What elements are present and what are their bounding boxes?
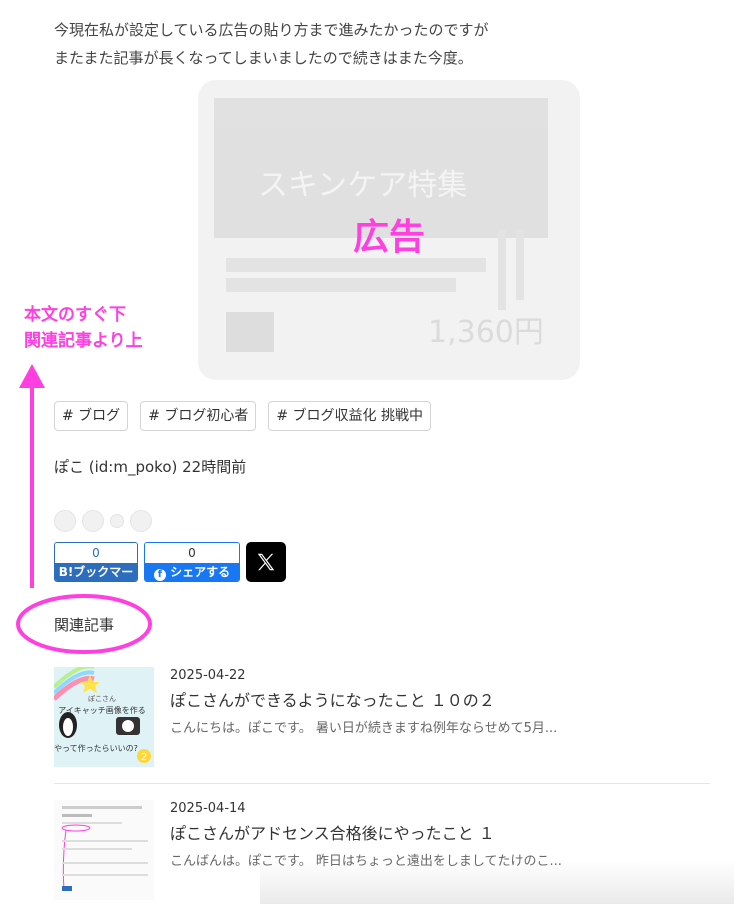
entry-thumbnail[interactable]: 2 ぽこさん アイキャッチ画像を作る やって作ったらいいの? xyxy=(54,667,154,767)
hatena-count: 0 xyxy=(55,543,137,563)
ad-ghost-price: 1,360円 xyxy=(428,315,544,350)
annotation-line-2: 関連記事より上 xyxy=(24,331,143,351)
hatena-label: B!ブックマーク xyxy=(55,563,137,581)
entry-title[interactable]: ぽこさんができるようになったこと １０の２ xyxy=(170,687,557,711)
thumb-caption-1: ぽこさん xyxy=(88,695,116,703)
add-star-icon[interactable] xyxy=(54,510,76,532)
thumb-badge: 2 xyxy=(141,752,147,763)
entry-divider xyxy=(54,783,710,784)
facebook-label: f シェアする xyxy=(145,563,239,581)
share-buttons: 0 B!ブックマーク 0 f シェアする xyxy=(54,542,286,582)
x-share-button[interactable] xyxy=(246,542,286,582)
star-user-icon[interactable] xyxy=(110,514,124,528)
entry-body: 2025-04-22 ぽこさんができるようになったこと １０の２ こんにちは。ぽ… xyxy=(170,667,557,767)
author-line[interactable]: ぽこ (id:m_poko) 22時間前 xyxy=(54,456,246,477)
intro-line-1: 今現在私が設定している広告の貼り方まで進みたかったのですが xyxy=(54,21,489,39)
star-user-icon[interactable] xyxy=(130,510,152,532)
placement-annotation: 本文のすぐ下 関連記事より上 xyxy=(24,302,143,354)
article-intro: 今現在私が設定している広告の貼り方まで進みたかったのですが またまた記事が長くな… xyxy=(54,16,489,72)
bottom-shadow xyxy=(260,860,734,904)
annotation-line-1: 本文のすぐ下 xyxy=(24,305,126,325)
facebook-count: 0 xyxy=(145,543,239,563)
entry-date: 2025-04-14 xyxy=(170,801,246,816)
tag-blog-monetization[interactable]: # ブログ収益化 挑戦中 xyxy=(268,401,432,431)
thumbnail-image: 2 ぽこさん アイキャッチ画像を作る やって作ったらいいの? xyxy=(54,667,154,767)
hatena-bookmark-button[interactable]: 0 B!ブックマーク xyxy=(54,542,138,582)
entry-date: 2025-04-22 xyxy=(170,668,246,683)
article-page: 今現在私が設定している広告の貼り方まで進みたかったのですが またまた記事が長くな… xyxy=(0,0,734,904)
related-entry[interactable]: 2 ぽこさん アイキャッチ画像を作る やって作ったらいいの? 2025-04-2… xyxy=(54,667,710,767)
star-user-icon[interactable] xyxy=(82,510,104,532)
x-logo-icon xyxy=(257,553,275,571)
thumbnail-image xyxy=(54,800,154,900)
tag-blog-beginner[interactable]: # ブログ初心者 xyxy=(140,401,257,431)
ad-label: 広告 xyxy=(352,217,425,258)
intro-line-2: またまた記事が長くなってしまいましたので続きはまた今度。 xyxy=(54,49,473,67)
tag-blog[interactable]: # ブログ xyxy=(54,401,129,431)
facebook-icon: f xyxy=(153,569,166,581)
star-list xyxy=(54,510,152,532)
tag-list: # ブログ # ブログ初心者 # ブログ収益化 挑戦中 xyxy=(54,401,432,431)
thumb-caption-3: やって作ったらいいの? xyxy=(54,743,138,753)
entry-excerpt: こんにちは。ぽこです。 暑い日が続きますね例年ならせめて5月... xyxy=(170,721,558,736)
entry-thumbnail[interactable] xyxy=(54,800,154,900)
facebook-share-button[interactable]: 0 f シェアする xyxy=(144,542,240,582)
ad-ghost-text: スキンケア特集 xyxy=(258,168,467,203)
thumb-caption-2: アイキャッチ画像を作る xyxy=(58,705,146,715)
entry-title[interactable]: ぽこさんがアドセンス合格後にやったこと １ xyxy=(170,820,562,844)
ad-placeholder[interactable]: スキンケア特集 1,360円 広告 xyxy=(198,80,580,380)
related-articles-heading: 関連記事 xyxy=(54,616,115,634)
